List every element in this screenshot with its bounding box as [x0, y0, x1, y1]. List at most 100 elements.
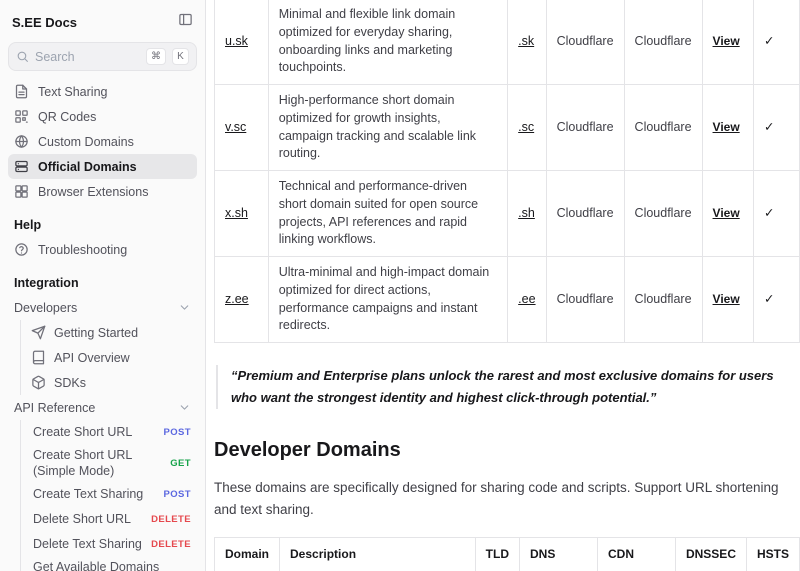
table-row: v.sc High-performance short domain optim… — [215, 85, 800, 171]
sidebar-item-troubleshooting[interactable]: Troubleshooting — [8, 237, 197, 262]
header-domain: Domain — [215, 538, 280, 571]
book-icon — [31, 350, 46, 365]
sidebar-item-label: Get Available Domains for — [33, 560, 164, 571]
sidebar-item-create-short-url-simple[interactable]: Create Short URL (Simple Mode) GET — [25, 445, 197, 482]
sidebar-item-label: Browser Extensions — [38, 185, 148, 199]
sidebar-section-help: Help — [14, 218, 191, 232]
domain-cell: z.ee — [215, 257, 269, 343]
tld-cell: .ee — [508, 257, 546, 343]
domain-link[interactable]: x.sh — [225, 206, 248, 220]
box-icon — [31, 375, 46, 390]
hsts-cell: ✓ — [754, 257, 800, 343]
sidebar-item-get-available-domains[interactable]: Get Available Domains for GET — [25, 557, 197, 571]
hsts-cell: ✓ — [754, 171, 800, 257]
method-badge: DELETE — [151, 514, 191, 525]
main-content: u.sk Minimal and flexible link domain op… — [206, 0, 800, 571]
dnssec-view-link[interactable]: View — [713, 34, 740, 48]
method-badge: POST — [164, 427, 191, 438]
search-icon — [16, 50, 29, 63]
sidebar-item-create-text-sharing[interactable]: Create Text Sharing POST — [25, 482, 197, 507]
developer-domains-heading: Developer Domains — [214, 439, 800, 462]
sidebar-item-label: Custom Domains — [38, 135, 134, 149]
cdn-cell: Cloudflare — [624, 0, 702, 85]
description-cell: Minimal and flexible link domain optimiz… — [268, 0, 507, 85]
dnssec-view-link[interactable]: View — [713, 206, 740, 220]
sidebar-item-getting-started[interactable]: Getting Started — [25, 320, 197, 345]
tld-link[interactable]: .ee — [518, 292, 535, 306]
description-cell: High-performance short domain optimized … — [268, 85, 507, 171]
sidebar-item-custom-domains[interactable]: Custom Domains — [8, 129, 197, 154]
chevron-down-icon — [178, 301, 191, 314]
sidebar-toggle-button[interactable] — [178, 12, 193, 32]
header-cdn: CDN — [597, 538, 675, 571]
domain-link[interactable]: v.sc — [225, 120, 246, 134]
sidebar-item-label: Delete Short URL — [33, 512, 145, 528]
search-placeholder: Search — [35, 50, 140, 64]
tld-link[interactable]: .sc — [518, 120, 534, 134]
tld-link[interactable]: .sh — [518, 206, 535, 220]
hsts-cell: ✓ — [754, 0, 800, 85]
tld-link[interactable]: .sk — [518, 34, 534, 48]
domain-cell: u.sk — [215, 0, 269, 85]
sidebar-item-create-short-url[interactable]: Create Short URL POST — [25, 420, 197, 445]
sidebar-item-text-sharing[interactable]: Text Sharing — [8, 79, 197, 104]
sidebar-item-label: Text Sharing — [38, 85, 107, 99]
sidebar-item-delete-text-sharing[interactable]: Delete Text Sharing DELETE — [25, 532, 197, 557]
dns-cell: Cloudflare — [546, 257, 624, 343]
premium-quote: “Premium and Enterprise plans unlock the… — [216, 365, 786, 409]
hsts-cell: ✓ — [754, 85, 800, 171]
shortcut-cmd-key: ⌘ — [146, 48, 166, 65]
header-tld: TLD — [475, 538, 519, 571]
dns-cell: Cloudflare — [546, 85, 624, 171]
dns-cell: Cloudflare — [546, 0, 624, 85]
official-domains-table: u.sk Minimal and flexible link domain op… — [214, 0, 800, 343]
sidebar-group-api-reference[interactable]: API Reference — [8, 395, 197, 420]
sidebar-item-label: QR Codes — [38, 110, 96, 124]
sidebar: S.EE Docs Search ⌘ K Text Sharing QR Cod… — [0, 0, 206, 571]
sidebar-section-integration: Integration — [14, 276, 191, 290]
search-input[interactable]: Search ⌘ K — [8, 42, 197, 71]
tld-cell: .sk — [508, 0, 546, 85]
header-dnssec: DNSSEC — [675, 538, 746, 571]
sidebar-item-label: API Overview — [54, 351, 130, 365]
dnssec-cell: View — [702, 257, 754, 343]
domain-cell: x.sh — [215, 171, 269, 257]
dnssec-cell: View — [702, 0, 754, 85]
developer-domains-table: Domain Description TLD DNS CDN DNSSEC HS… — [214, 537, 800, 571]
header-description: Description — [280, 538, 476, 571]
sidebar-panel-icon — [178, 12, 193, 32]
method-badge: POST — [164, 489, 191, 500]
app-window: S.EE Docs Search ⌘ K Text Sharing QR Cod… — [0, 0, 800, 571]
domain-link[interactable]: u.sk — [225, 34, 248, 48]
sidebar-item-browser-extensions[interactable]: Browser Extensions — [8, 179, 197, 204]
dnssec-view-link[interactable]: View — [713, 120, 740, 134]
group-label: API Reference — [14, 401, 95, 415]
tld-cell: .sc — [508, 85, 546, 171]
table-row: x.sh Technical and performance-driven sh… — [215, 171, 800, 257]
paper-plane-icon — [31, 325, 46, 340]
shortcut-k-key: K — [172, 48, 189, 65]
sidebar-item-sdks[interactable]: SDKs — [25, 370, 197, 395]
domain-link[interactable]: z.ee — [225, 292, 249, 306]
cdn-cell: Cloudflare — [624, 85, 702, 171]
sidebar-header: S.EE Docs — [8, 10, 197, 42]
tld-cell: .sh — [508, 171, 546, 257]
developers-sub-list: Getting Started API Overview SDKs — [20, 320, 197, 395]
globe-icon — [14, 134, 29, 149]
sidebar-item-label: Official Domains — [38, 160, 137, 174]
domain-cell: v.sc — [215, 85, 269, 171]
sidebar-item-api-overview[interactable]: API Overview — [25, 345, 197, 370]
dns-cell: Cloudflare — [546, 171, 624, 257]
sidebar-group-developers[interactable]: Developers — [8, 295, 197, 320]
sidebar-item-official-domains[interactable]: Official Domains — [8, 154, 197, 179]
chevron-down-icon — [178, 401, 191, 414]
cdn-cell: Cloudflare — [624, 257, 702, 343]
method-badge: GET — [170, 458, 191, 469]
sidebar-item-label: Troubleshooting — [38, 243, 127, 257]
app-title: S.EE Docs — [12, 15, 77, 30]
sidebar-item-qr-codes[interactable]: QR Codes — [8, 104, 197, 129]
sidebar-item-delete-short-url[interactable]: Delete Short URL DELETE — [25, 507, 197, 532]
dnssec-view-link[interactable]: View — [713, 292, 740, 306]
header-hsts: HSTS — [746, 538, 799, 571]
dnssec-cell: View — [702, 85, 754, 171]
